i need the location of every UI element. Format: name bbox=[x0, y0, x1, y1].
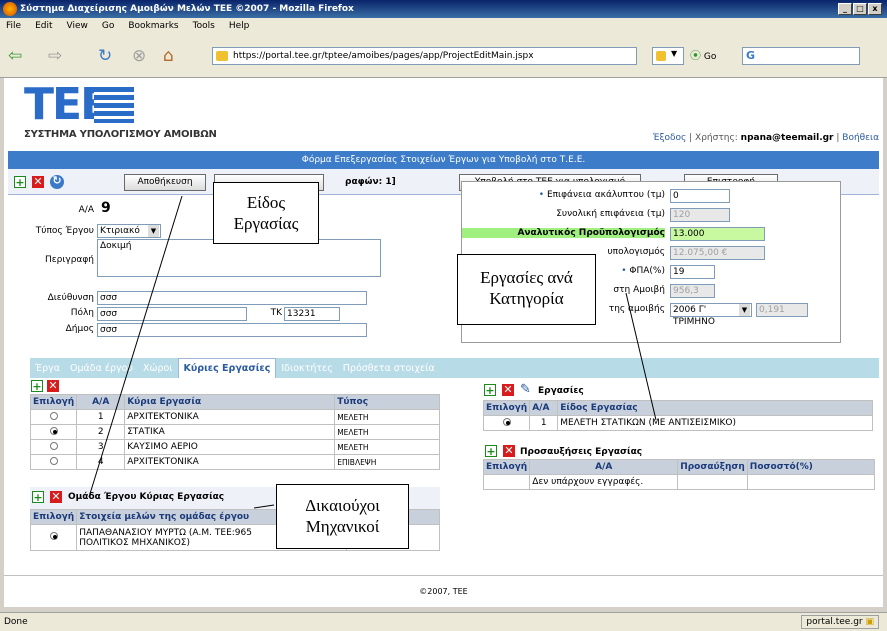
maximize-button[interactable]: □ bbox=[853, 3, 867, 15]
status-site: portal.tee.gr ▣ bbox=[801, 615, 879, 629]
ssl-lock-dropdown[interactable]: ▼ bbox=[652, 47, 684, 65]
minimize-button[interactable]: _ bbox=[838, 3, 852, 15]
menu-edit[interactable]: Edit bbox=[35, 21, 52, 31]
callout-1-line-2: Εργασίας bbox=[233, 214, 299, 233]
callout-work-type: Είδος Εργασίας bbox=[213, 182, 319, 244]
callout-works-by-category: Εργασίες ανά Κατηγορία bbox=[457, 254, 596, 325]
status-domain: portal.tee.gr bbox=[806, 617, 863, 627]
url-text: https://portal.tee.gr/tptee/amoibes/page… bbox=[233, 51, 534, 61]
status-bar: Done portal.tee.gr ▣ bbox=[0, 612, 887, 631]
callout-1-line-1: Είδος bbox=[246, 193, 286, 212]
annotation-lines bbox=[88, 195, 657, 509]
window-title: Σύστημα Διαχείρισης Αμοιβών Μελών ΤΕΕ ©2… bbox=[20, 4, 354, 14]
title-bar: Σύστημα Διαχείρισης Αμοιβών Μελών ΤΕΕ ©2… bbox=[0, 0, 887, 18]
menu-bar: File Edit View Go Bookmarks Tools Help bbox=[0, 18, 887, 35]
pointer-line-1 bbox=[88, 195, 183, 498]
menu-go[interactable]: Go bbox=[102, 21, 114, 31]
navigation-toolbar: ⇦ ⇨ ↻ ⊗ ⌂ https://portal.tee.gr/tptee/am… bbox=[0, 35, 887, 78]
lock-icon bbox=[656, 51, 666, 61]
home-icon[interactable]: ⌂ bbox=[163, 48, 174, 65]
callout-beneficiaries: Δικαιούχοι Μηχανικοί bbox=[276, 484, 409, 549]
page-content: ΤΕΕ ΣΥΣΤΗΜΑ ΥΠΟΛΟΓΙΣΜΟΥ ΑΜΟΙΒΩΝ Έξοδος |… bbox=[4, 78, 883, 607]
lock-icon: ▣ bbox=[865, 617, 874, 627]
search-engine-icon: G bbox=[746, 49, 756, 62]
pointer-line-2 bbox=[625, 292, 657, 421]
back-icon[interactable]: ⇦ bbox=[8, 48, 22, 65]
stop-icon[interactable]: ⊗ bbox=[132, 48, 146, 65]
menu-help[interactable]: Help bbox=[229, 21, 250, 31]
go-label: Go bbox=[703, 52, 717, 62]
search-input[interactable]: G bbox=[742, 47, 860, 65]
callout-3-line-2: Μηχανικοί bbox=[305, 517, 380, 536]
menu-view[interactable]: View bbox=[67, 21, 88, 31]
chevron-down-icon: ▼ bbox=[671, 49, 678, 58]
go-button[interactable]: ⦿ Go bbox=[690, 47, 735, 65]
menu-file[interactable]: File bbox=[6, 21, 21, 31]
status-text: Done bbox=[4, 617, 28, 627]
forward-icon[interactable]: ⇨ bbox=[48, 48, 62, 65]
callout-2-line-2: Κατηγορία bbox=[489, 289, 564, 308]
callout-3-line-1: Δικαιούχοι bbox=[305, 496, 380, 515]
menu-tools[interactable]: Tools bbox=[193, 21, 215, 31]
close-button[interactable]: x bbox=[868, 3, 882, 15]
callout-2-line-1: Εργασίες ανά bbox=[480, 268, 573, 287]
address-bar[interactable]: https://portal.tee.gr/tptee/amoibes/page… bbox=[212, 47, 637, 65]
site-icon bbox=[216, 51, 228, 61]
go-icon: ⦿ bbox=[690, 49, 701, 62]
reload-icon[interactable]: ↻ bbox=[98, 48, 112, 65]
menu-bookmarks[interactable]: Bookmarks bbox=[128, 21, 178, 31]
firefox-icon bbox=[3, 2, 17, 16]
pointer-line-3 bbox=[253, 504, 275, 509]
